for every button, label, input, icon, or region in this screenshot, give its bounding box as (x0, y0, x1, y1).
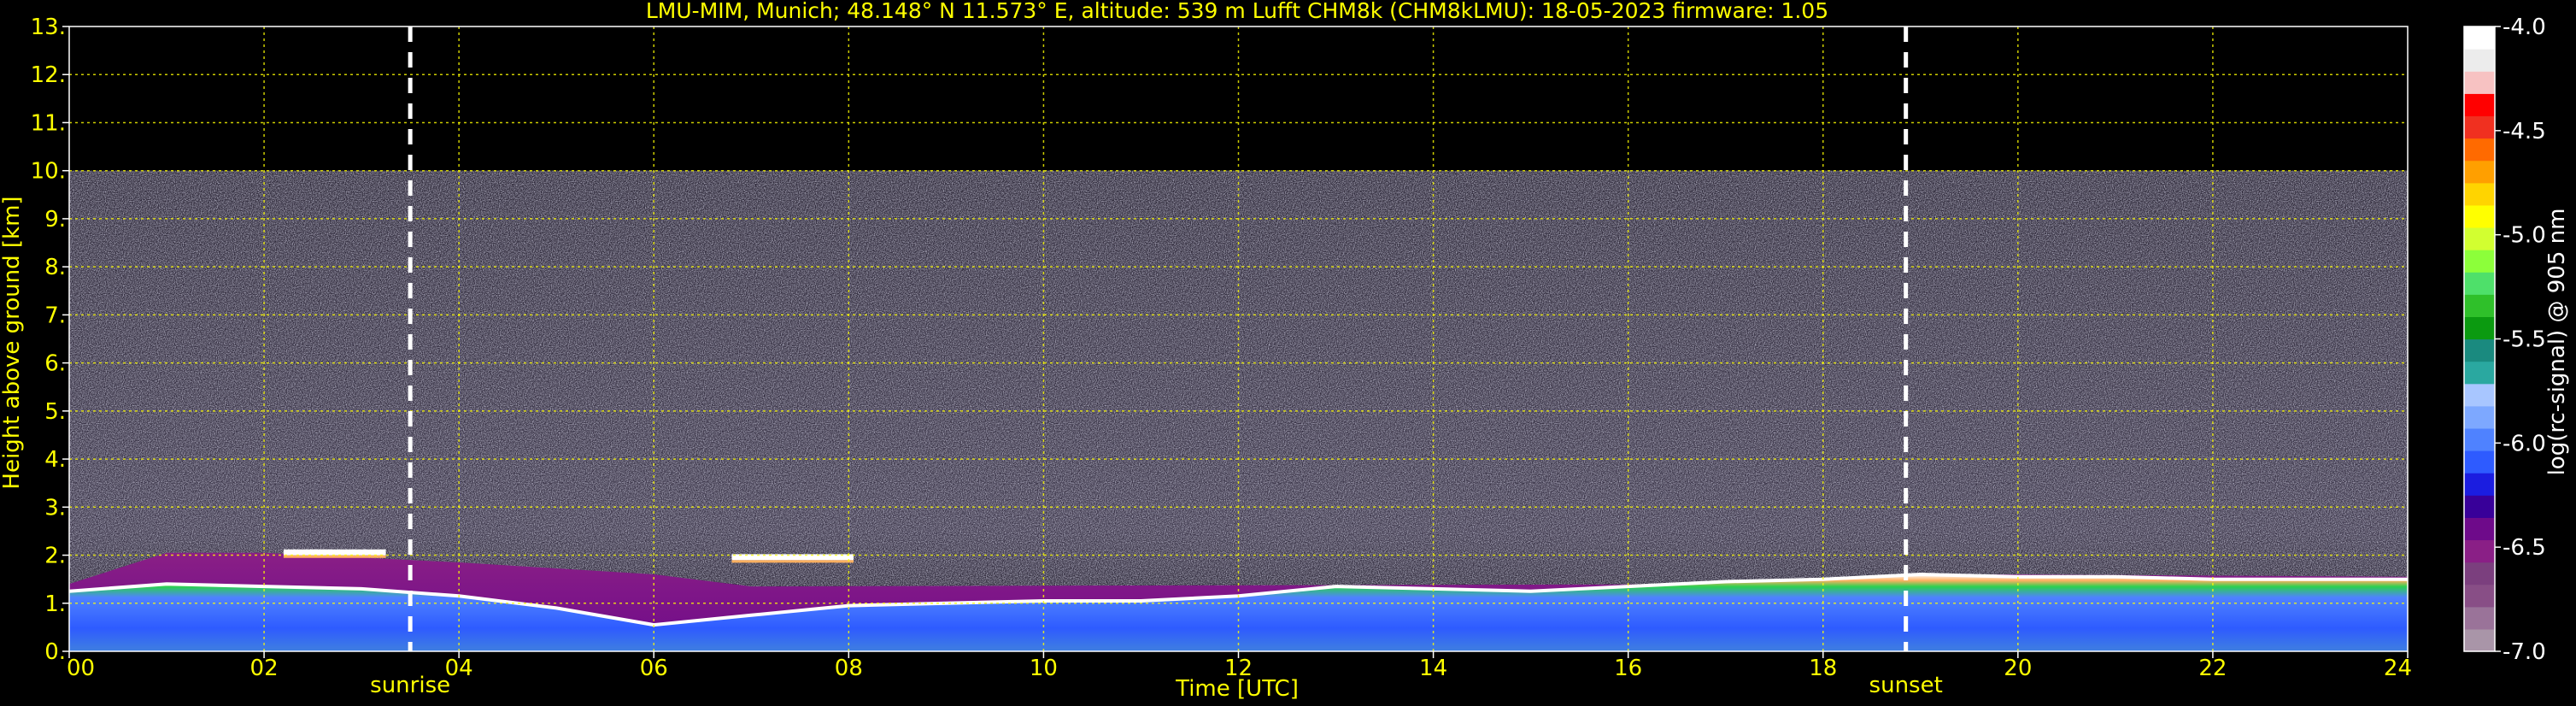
colorbar-swatch-22 (2464, 138, 2495, 162)
colorbar-swatch-19 (2464, 204, 2495, 228)
x-tick-label-06: 06 (640, 656, 668, 681)
x-tick-label-14: 14 (1419, 656, 1447, 681)
colorbar-swatch-13 (2464, 338, 2495, 362)
colorbar-swatch-10 (2464, 405, 2495, 429)
x-tick-label-00: 00 (67, 656, 95, 681)
colorbar-swatch-25 (2464, 71, 2495, 94)
x-axis-label: Time [UTC] (1175, 676, 1299, 702)
x-tick-label-20: 20 (2004, 656, 2032, 681)
colorbar-swatch-8 (2464, 450, 2495, 474)
colorbar-tick-label-3: -5.5 (2503, 327, 2546, 353)
colorbar-swatch-2 (2464, 584, 2495, 608)
y-tick-label-7: 7. (44, 303, 66, 328)
sunset-label: sunset (1869, 673, 1943, 698)
colorbar-swatch-11 (2464, 383, 2495, 407)
y-tick-label-9: 9. (44, 207, 66, 232)
chart-title: LMU-MIM, Munich; 48.148° N 11.573° E, al… (646, 0, 1828, 23)
ceilometer-figure: sunrise sunset 00 02 04 06 08 10 12 14 16 18 20 22 24… (0, 0, 2576, 706)
x-tick-label-10: 10 (1030, 656, 1058, 681)
y-tick-label-4: 4. (44, 447, 66, 473)
colorbar-swatch-1 (2464, 606, 2495, 630)
y-tick-label-10: 10. (31, 159, 66, 185)
x-tick-label-18: 18 (1809, 656, 1837, 681)
colorbar-swatch-3 (2464, 562, 2495, 585)
colorbar-tick-label-4: -6.0 (2503, 431, 2546, 456)
colorbar-tick-label-5: -6.5 (2503, 535, 2546, 561)
y-tick-label-1: 1. (44, 591, 66, 617)
colorbar-swatch-12 (2464, 361, 2495, 385)
backscatter-chart: sunrise sunset 00 02 04 06 08 10 12 14 16 18 20 22 24… (0, 0, 2570, 702)
colorbar: -4.0 -4.5 -5.0 -5.5 -6.0 -6.5 -7.0 (2463, 15, 2546, 665)
y-tick-label-8: 8. (44, 255, 66, 280)
x-tick-label-22: 22 (2198, 656, 2227, 681)
y-axis-label: Height above ground [km] (0, 196, 25, 489)
cloud-layer-edge-1 (731, 560, 854, 563)
cloud-layer-0 (283, 549, 386, 556)
colorbar-tick-label-0: -4.0 (2503, 15, 2546, 40)
x-tick-label-24: 24 (2384, 656, 2412, 681)
x-tick-label-08: 08 (835, 656, 863, 681)
y-tick-label-6: 6. (44, 351, 66, 377)
colorbar-swatch-5 (2464, 517, 2495, 541)
y-tick-label-0: 0. (44, 639, 66, 665)
colorbar-swatch-24 (2464, 93, 2495, 117)
colorbar-swatch-17 (2464, 250, 2495, 273)
y-tick-label-3: 3. (44, 495, 66, 521)
x-tick-label-16: 16 (1614, 656, 1642, 681)
colorbar-tick-label-6: -7.0 (2503, 639, 2546, 665)
colorbar-tick-label-2: -5.0 (2503, 223, 2546, 249)
colorbar-label: log(rc-signal) @ 905 nm (2544, 209, 2570, 476)
colorbar-tick-label-1: -4.5 (2503, 119, 2546, 144)
y-tick-label-2: 2. (44, 544, 66, 569)
sunrise-label: sunrise (370, 673, 450, 698)
x-tick-label-02: 02 (250, 656, 279, 681)
colorbar-swatch-0 (2464, 628, 2495, 652)
colorbar-swatch-27 (2464, 26, 2495, 50)
colorbar-swatch-16 (2464, 272, 2495, 295)
colorbar-swatch-21 (2464, 160, 2495, 184)
colorbar-swatch-15 (2464, 294, 2495, 317)
colorbar-swatch-18 (2464, 227, 2495, 250)
colorbar-swatch-26 (2464, 49, 2495, 72)
colorbar-swatch-7 (2464, 473, 2495, 496)
y-tick-label-13: 13. (31, 15, 66, 40)
colorbar-swatch-9 (2464, 427, 2495, 451)
colorbar-swatch-6 (2464, 495, 2495, 518)
y-tick-label-11: 11. (31, 110, 66, 136)
colorbar-swatch-20 (2464, 182, 2495, 206)
x-tick-label-04: 04 (445, 656, 473, 681)
colorbar-swatch-4 (2464, 539, 2495, 563)
y-tick-label-12: 12. (31, 62, 66, 88)
colorbar-swatch-23 (2464, 115, 2495, 139)
colorbar-swatch-14 (2464, 316, 2495, 340)
y-tick-label-5: 5. (44, 399, 66, 425)
